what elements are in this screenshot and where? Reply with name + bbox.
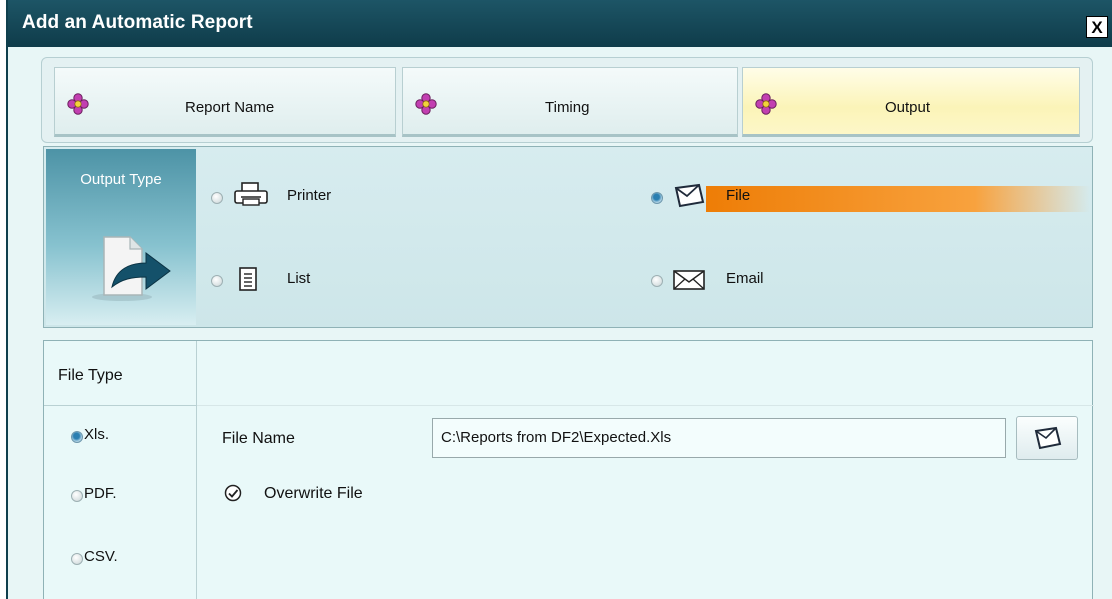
email-radio[interactable] bbox=[651, 275, 663, 287]
printer-label: Printer bbox=[287, 187, 332, 204]
divider bbox=[44, 405, 196, 406]
dialog-title: Add an Automatic Report bbox=[22, 12, 253, 33]
output-type-header: Output Type bbox=[46, 149, 196, 325]
printer-icon bbox=[234, 182, 268, 206]
wizard-tabs: Report Name Timing Output bbox=[41, 57, 1093, 143]
flower-icon bbox=[755, 93, 777, 115]
close-button[interactable]: X bbox=[1086, 16, 1108, 38]
add-automatic-report-dialog: Add an Automatic Report X Report Name Ti… bbox=[6, 0, 1112, 599]
output-type-panel: Output Type Printer File List Email bbox=[43, 146, 1093, 328]
close-icon: X bbox=[1091, 17, 1103, 37]
overwrite-file-label: Overwrite File bbox=[264, 485, 363, 502]
flower-icon bbox=[415, 93, 437, 115]
divider bbox=[197, 405, 1094, 406]
folder-icon bbox=[674, 183, 705, 208]
tab-label-report-name: Report Name bbox=[185, 99, 275, 116]
email-label: Email bbox=[726, 270, 764, 287]
file-type-column: File Type Xls. PDF. CSV. bbox=[44, 341, 197, 599]
tab-output[interactable]: Output bbox=[742, 67, 1080, 137]
list-icon bbox=[239, 267, 257, 291]
tab-label-timing: Timing bbox=[545, 99, 590, 116]
file-type-heading: File Type bbox=[58, 367, 123, 384]
file-name-label: File Name bbox=[222, 430, 295, 447]
file-radio[interactable] bbox=[651, 192, 663, 204]
list-label: List bbox=[287, 270, 311, 287]
pdf-label: PDF. bbox=[84, 485, 117, 502]
pdf-radio[interactable] bbox=[71, 490, 83, 502]
flower-icon bbox=[67, 93, 89, 115]
file-label: File bbox=[726, 187, 751, 204]
folder-icon bbox=[1034, 426, 1062, 450]
tab-report-name[interactable]: Report Name bbox=[54, 67, 396, 137]
selected-option-highlight bbox=[706, 186, 1090, 212]
output-type-heading: Output Type bbox=[80, 171, 162, 188]
printer-radio[interactable] bbox=[211, 192, 223, 204]
tab-label-output: Output bbox=[885, 99, 931, 116]
xls-radio[interactable] bbox=[71, 431, 83, 443]
document-export-icon bbox=[92, 236, 171, 301]
file-name-input[interactable]: C:\Reports from DF2\Expected.Xls bbox=[432, 418, 1006, 458]
csv-radio[interactable] bbox=[71, 553, 83, 565]
csv-label: CSV. bbox=[84, 548, 118, 565]
tab-timing[interactable]: Timing bbox=[402, 67, 738, 137]
envelope-icon bbox=[673, 270, 705, 290]
file-type-panel: File Type Xls. PDF. CSV. File Name C:\Re… bbox=[43, 340, 1094, 599]
overwrite-checkbox[interactable] bbox=[224, 484, 242, 502]
list-radio[interactable] bbox=[211, 275, 223, 287]
title-bar[interactable]: Add an Automatic Report X bbox=[8, 0, 1112, 47]
xls-label: Xls. bbox=[84, 426, 110, 443]
browse-folder-button[interactable] bbox=[1016, 416, 1078, 460]
